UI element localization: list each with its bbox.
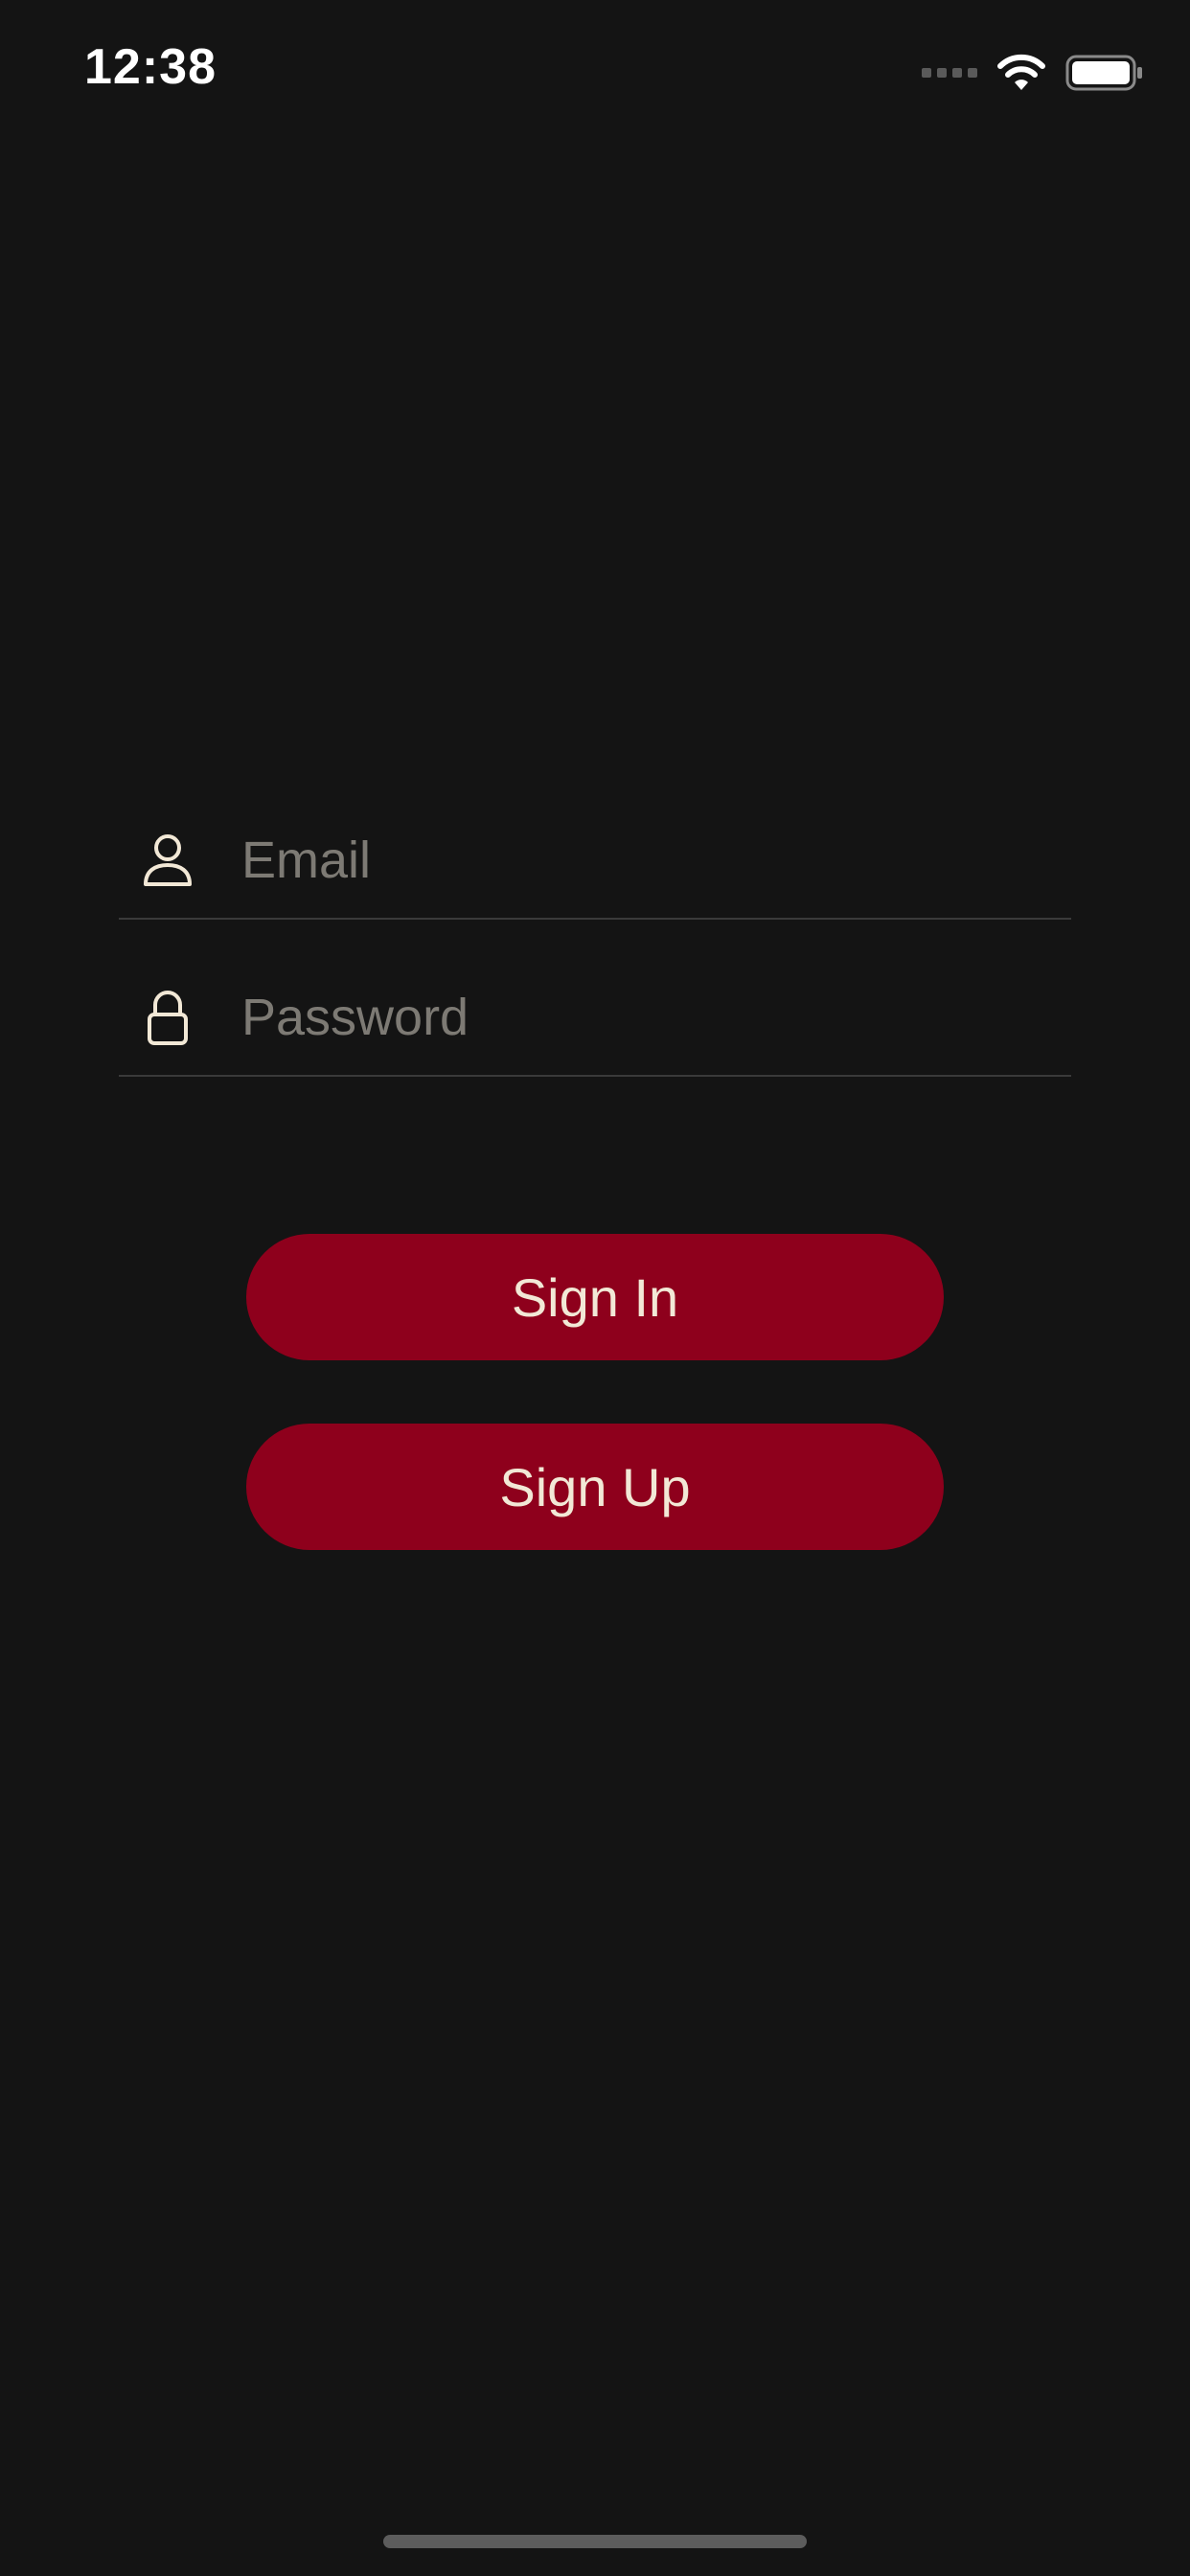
- password-field-row: [119, 960, 1071, 1077]
- cellular-signal-icon: [922, 68, 977, 78]
- sign-in-button[interactable]: Sign In: [246, 1234, 944, 1360]
- wifi-icon: [996, 54, 1046, 92]
- status-time: 12:38: [84, 39, 217, 95]
- lock-icon: [140, 990, 195, 1045]
- email-input[interactable]: [241, 822, 1071, 899]
- sign-up-button[interactable]: Sign Up: [246, 1424, 944, 1550]
- email-field-row: [119, 803, 1071, 920]
- person-icon: [140, 832, 195, 888]
- password-input[interactable]: [241, 979, 1071, 1056]
- battery-icon: [1065, 54, 1144, 92]
- status-icons: [922, 54, 1144, 92]
- home-indicator[interactable]: [383, 2535, 807, 2548]
